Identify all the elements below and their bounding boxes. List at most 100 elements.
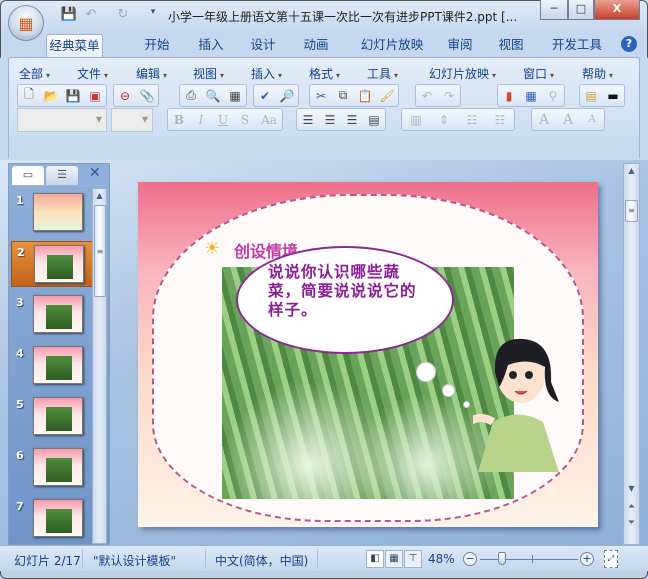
slide-thumbnail-4[interactable]: 4 (11, 343, 95, 389)
slide-thumbnail-5[interactable]: 5 (11, 394, 95, 440)
help-icon[interactable]: ? (621, 36, 637, 52)
bullets-icon[interactable]: ☷ (486, 110, 514, 130)
next-slide-icon[interactable]: ⏷ (624, 516, 639, 530)
align-center-icon[interactable]: ☰ (319, 110, 341, 130)
slide-thumbnail-6[interactable]: 6 (11, 445, 95, 491)
tab-review[interactable]: 审阅 (437, 34, 483, 58)
customize-quick-access-icon[interactable]: ▾ (144, 7, 162, 25)
color-scheme-icon[interactable]: ▤ (580, 86, 602, 106)
menu-help[interactable]: 帮助 ▾ (582, 65, 613, 82)
office-button[interactable]: ▦ (8, 5, 44, 41)
close-panel-icon[interactable]: ✕ (89, 165, 101, 181)
zoom-slider-track[interactable] (480, 559, 578, 560)
hyperlink-icon[interactable]: ⚲ (542, 86, 564, 106)
chart-icon[interactable]: ▮ (498, 86, 520, 106)
theme-name[interactable]: "默认设计模板" (93, 552, 176, 569)
shadow-button[interactable]: S (234, 110, 256, 130)
menu-view[interactable]: 视图 ▾ (193, 65, 224, 82)
zoom-level[interactable]: 48% (428, 552, 455, 566)
fit-to-window-icon[interactable]: ⤢ (604, 550, 618, 568)
slide-thumbnail-3[interactable]: 3 (11, 292, 95, 338)
tab-home[interactable]: 开始 (134, 34, 180, 58)
print-icon[interactable]: ⎙ (180, 86, 202, 106)
numbering-icon[interactable]: ☷ (458, 110, 486, 130)
line-spacing-icon[interactable]: ▥ (402, 110, 430, 130)
redo-icon[interactable]: ↻ (114, 7, 132, 25)
menu-file[interactable]: 文件 ▾ (77, 65, 108, 82)
insert-table-icon[interactable]: ▦ (520, 86, 542, 106)
menu-all[interactable]: 全部 ▾ (19, 65, 50, 82)
format-painter-icon[interactable]: 🖌 (376, 86, 398, 106)
tab-design[interactable]: 设计 (240, 34, 286, 58)
copy-icon[interactable]: ⧉ (332, 86, 354, 106)
menu-format[interactable]: 格式 ▾ (309, 65, 340, 82)
zoom-slider-thumb[interactable] (497, 552, 506, 565)
slide-thumbnail-7[interactable]: 7 (11, 496, 95, 542)
slideshow-view-icon[interactable]: ⊤ (404, 550, 422, 568)
print-preview-icon[interactable]: 🔍 (202, 86, 224, 106)
slide-thumbnail-2[interactable]: 2 (11, 241, 95, 287)
redo-icon[interactable]: ↷ (438, 86, 460, 106)
previous-slide-icon[interactable]: ⏶ (624, 500, 639, 514)
tab-insert[interactable]: 插入 (188, 34, 234, 58)
slides-tab-icon[interactable]: ▭ (11, 165, 45, 185)
language-indicator[interactable]: 中文(简体，中国) (215, 552, 308, 569)
undo-icon[interactable]: ↶ (82, 7, 100, 25)
panel-scrollbar[interactable]: ▲ ≡ (92, 188, 107, 544)
doc-toolbar-group: ⊖ 📎 (113, 84, 159, 107)
font-name-combo[interactable]: ▼ (17, 108, 107, 132)
slide-sorter-icon[interactable]: ▦ (385, 550, 403, 568)
italic-button[interactable]: I (190, 110, 212, 130)
underline-button[interactable]: U (212, 110, 234, 130)
new-icon[interactable]: 🗋 (18, 86, 40, 106)
zoom-in-icon[interactable]: + (580, 552, 594, 566)
scrollbar-thumb[interactable]: ≡ (625, 200, 638, 222)
tab-slideshow[interactable]: 幻灯片放映 (352, 34, 432, 58)
scroll-up-icon[interactable]: ▲ (93, 189, 106, 203)
scroll-up-icon[interactable]: ▲ (624, 164, 639, 178)
scroll-down-icon[interactable]: ▼ (624, 482, 639, 496)
save-icon[interactable]: 💾 (62, 86, 84, 106)
close-button[interactable]: X (594, 0, 640, 20)
table-icon[interactable]: ▦ (224, 86, 246, 106)
justify-icon[interactable]: ▤ (363, 110, 385, 130)
fill-color-icon[interactable]: ▬ (602, 86, 624, 106)
align-left-icon[interactable]: ☰ (297, 110, 319, 130)
research-icon[interactable]: 🔎 (276, 86, 298, 106)
align-right-icon[interactable]: ☰ (341, 110, 363, 130)
menu-slideshow[interactable]: 幻灯片放映 ▾ (429, 65, 496, 82)
outline-tab-icon[interactable]: ☰ (45, 165, 79, 185)
minimize-button[interactable]: ─ (540, 0, 568, 20)
save-icon[interactable]: 💾 (60, 7, 78, 25)
delete-icon[interactable]: ⊖ (114, 86, 136, 106)
cut-icon[interactable]: ✂ (310, 86, 332, 106)
menu-window[interactable]: 窗口 ▾ (523, 65, 554, 82)
menu-tools[interactable]: 工具 ▾ (367, 65, 398, 82)
menu-edit[interactable]: 编辑 ▾ (136, 65, 167, 82)
tab-classic-menu[interactable]: 经典菜单 (46, 34, 103, 58)
tab-developer[interactable]: 开发工具 (546, 34, 608, 58)
open-icon[interactable]: 📂 (40, 86, 62, 106)
grow-font-button[interactable]: A (556, 110, 580, 130)
slide-canvas[interactable]: ☀ 创设情境 说说你认识哪些蔬菜，简要说说说它的样子。 (138, 182, 598, 527)
spelling-icon[interactable]: ✔ (254, 86, 276, 106)
paste-icon[interactable]: 📋 (354, 86, 376, 106)
tab-animation[interactable]: 动画 (293, 34, 339, 58)
zoom-out-icon[interactable]: − (463, 552, 477, 566)
undo-icon[interactable]: ↶ (416, 86, 438, 106)
attach-icon[interactable]: 📎 (136, 86, 158, 106)
tab-view[interactable]: 视图 (488, 34, 534, 58)
bold-button[interactable]: B (168, 110, 190, 130)
slide-thumbnail-1[interactable]: 1 (11, 190, 95, 236)
scrollbar-thumb[interactable]: ≡ (94, 205, 106, 297)
font-color-button[interactable]: A (532, 110, 556, 130)
text-direction-icon[interactable]: ⇕ (430, 110, 458, 130)
shrink-font-button[interactable]: A (580, 110, 604, 130)
font-size-combo[interactable]: ▼ (111, 108, 153, 132)
maximize-button[interactable]: □ (568, 0, 594, 20)
change-case-button[interactable]: Aa (256, 110, 282, 130)
menu-insert[interactable]: 插入 ▾ (251, 65, 282, 82)
permission-icon[interactable]: ▣ (84, 86, 106, 106)
slide-scrollbar[interactable]: ▲ ≡ ▼ ⏶ ⏷ (623, 163, 640, 545)
normal-view-icon[interactable]: ◧ (366, 550, 384, 568)
